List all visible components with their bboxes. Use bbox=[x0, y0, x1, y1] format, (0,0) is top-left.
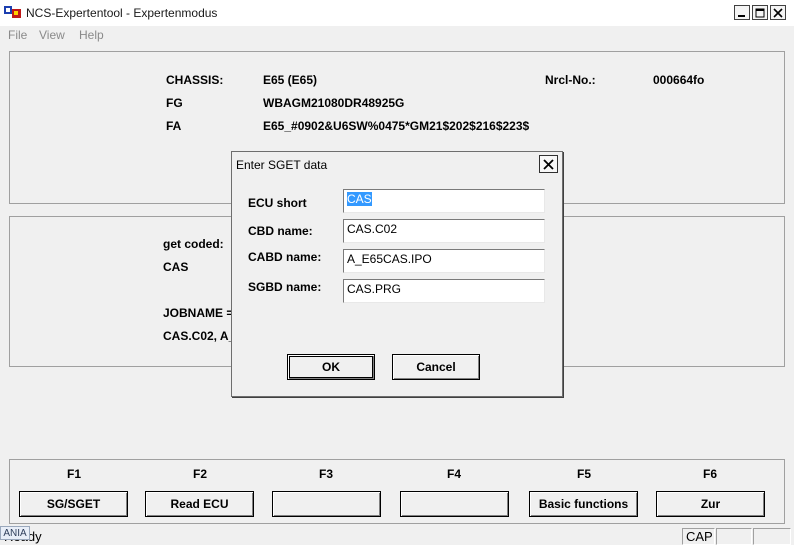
get-coded-label: get coded: bbox=[163, 237, 224, 251]
cbd-name-input[interactable]: CAS.C02 bbox=[343, 219, 545, 243]
cabd-name-label: CABD name: bbox=[248, 250, 322, 264]
read-ecu-button[interactable]: Read ECU bbox=[145, 491, 254, 517]
taskbar-overlay-tab[interactable]: ANIA bbox=[0, 526, 30, 540]
maximize-icon bbox=[755, 8, 765, 17]
cabd-name-input[interactable]: A_E65CAS.IPO bbox=[343, 249, 545, 273]
f1-label: F1 bbox=[66, 467, 81, 481]
app-icon bbox=[4, 5, 22, 19]
zur-button[interactable]: Zur bbox=[656, 491, 765, 517]
f4-label: F4 bbox=[446, 467, 461, 481]
f6-label: F6 bbox=[702, 467, 717, 481]
sg-sget-button[interactable]: SG/SGET bbox=[19, 491, 128, 517]
cbd-name-label: CBD name: bbox=[248, 224, 313, 238]
fa-value: E65_#0902&U6SW%0475*GM21$202$216$223$ bbox=[263, 119, 530, 133]
sgbd-name-label: SGBD name: bbox=[248, 280, 322, 294]
f4-button[interactable] bbox=[400, 491, 509, 517]
job-files-value: CAS.C02, A_ bbox=[163, 329, 236, 343]
maximize-button[interactable] bbox=[752, 5, 768, 20]
minimize-icon bbox=[738, 14, 745, 17]
status-bar bbox=[0, 527, 794, 545]
dialog-title: Enter SGET data bbox=[236, 158, 328, 172]
caps-lock-indicator: CAP bbox=[682, 528, 715, 545]
ecu-short-input-value: CAS bbox=[347, 192, 372, 206]
nrcl-value: 000664fo bbox=[653, 73, 705, 87]
jobname-label: JOBNAME = bbox=[163, 306, 234, 320]
chassis-label: CHASSIS: bbox=[166, 73, 224, 87]
menu-bar bbox=[0, 26, 794, 44]
f3-label: F3 bbox=[318, 467, 333, 481]
close-icon bbox=[773, 7, 783, 18]
basic-functions-button[interactable]: Basic functions bbox=[529, 491, 638, 517]
ecu-short-label: ECU short bbox=[248, 196, 307, 210]
status-cell-num bbox=[716, 528, 752, 545]
fg-value: WBAGM21080DR48925G bbox=[263, 96, 405, 110]
dialog-close-button[interactable] bbox=[539, 155, 558, 173]
close-button[interactable] bbox=[770, 5, 786, 20]
sgbd-name-input[interactable]: CAS.PRG bbox=[343, 279, 545, 303]
ecu-short-input[interactable]: CAS bbox=[343, 189, 545, 213]
nrcl-label: Nrcl-No.: bbox=[545, 73, 596, 87]
cancel-button[interactable]: Cancel bbox=[392, 354, 480, 380]
menu-view[interactable]: View bbox=[39, 28, 65, 42]
minimize-button[interactable] bbox=[734, 5, 750, 20]
fg-label: FG bbox=[166, 96, 183, 110]
fa-label: FA bbox=[166, 119, 182, 133]
ok-button[interactable]: OK bbox=[287, 354, 375, 380]
menu-help[interactable]: Help bbox=[79, 28, 104, 42]
f2-label: F2 bbox=[192, 467, 207, 481]
ecu-value: CAS bbox=[163, 260, 189, 274]
status-cell-scroll bbox=[753, 528, 791, 545]
chassis-value: E65 (E65) bbox=[263, 73, 318, 87]
f5-label: F5 bbox=[576, 467, 591, 481]
window-title: NCS-Expertentool - Expertenmodus bbox=[26, 6, 218, 20]
close-icon bbox=[543, 158, 554, 170]
menu-file[interactable]: File bbox=[8, 28, 27, 42]
f3-button[interactable] bbox=[272, 491, 381, 517]
